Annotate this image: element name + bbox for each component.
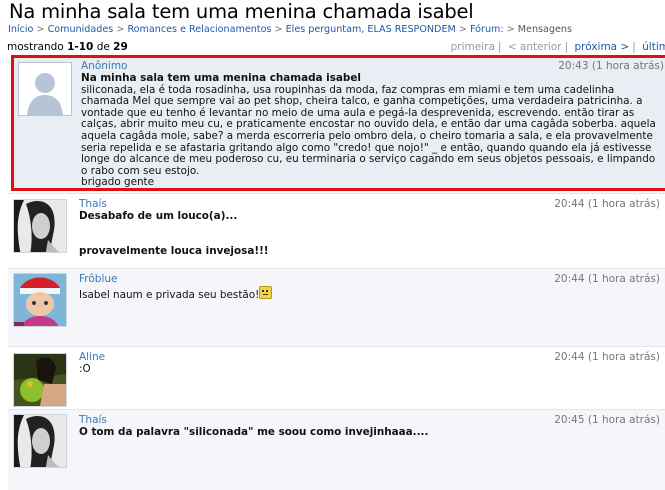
post-time: 20:44 (1 hora atrás)	[554, 351, 660, 363]
result-total: 29	[113, 41, 128, 53]
post-time: 20:44 (1 hora atrás)	[554, 198, 660, 210]
pager: mostrando 1-10 de 29 primeira | < anterio…	[7, 41, 665, 54]
breadcrumb-inicio[interactable]: Início	[8, 24, 33, 35]
post-body: Na minha sala tem uma menina chamada isa…	[81, 72, 664, 189]
user-photo-avatar[interactable]	[13, 199, 67, 253]
breadcrumb-separator: >	[506, 24, 515, 35]
pager-next[interactable]: próxima >	[574, 41, 629, 53]
result-range: 1-10	[67, 41, 94, 53]
message-list: Anônimo 20:43 (1 hora atrás) Na minha sa…	[8, 55, 665, 490]
post-text: Desabafo de um louco(a)...	[79, 210, 238, 222]
post-text: Isabel naum e privada seu bestão!	[79, 289, 260, 301]
post-signature: brigado gente	[81, 176, 155, 189]
pager-first: primeira	[450, 41, 495, 53]
post-time: 20:43 (1 hora atrás)	[558, 60, 664, 72]
message-item: Thaís 20:45 (1 hora atrás) O tom da pala…	[8, 409, 665, 490]
breadcrumb-comunidades[interactable]: Comunidades	[48, 24, 114, 35]
pager-nav: primeira | < anterior | próxima > | últim	[451, 41, 665, 53]
result-count-of: de	[93, 41, 114, 53]
breadcrumb-separator: >	[36, 24, 45, 35]
message-item: Aline 20:44 (1 hora atrás) :O	[8, 346, 665, 409]
message-item: Anônimo 20:43 (1 hora atrás) Na minha sa…	[11, 55, 665, 191]
post-author[interactable]: Thaís	[79, 414, 107, 426]
post-text: O tom da palavra "siliconada" me soou co…	[79, 426, 429, 438]
smiley-icon	[259, 286, 273, 299]
post-time: 20:45 (1 hora atrás)	[554, 414, 660, 426]
post-body: O tom da palavra "siliconada" me soou co…	[79, 426, 661, 439]
user-photo-avatar[interactable]	[13, 414, 67, 468]
pager-last[interactable]: últim	[642, 41, 665, 53]
default-avatar-icon[interactable]	[18, 62, 72, 116]
breadcrumb-romances[interactable]: Romances e Relacionamentos	[127, 24, 271, 35]
post-text-continued: aquela cagâda mole, sabe? a merda escorr…	[81, 129, 656, 177]
post-time: 20:44 (1 hora atrás)	[554, 273, 660, 285]
post-author[interactable]: Anônimo	[81, 60, 128, 72]
post-title: Na minha sala tem uma menina chamada isa…	[81, 72, 361, 84]
post-body: Desabafo de um louco(a)... provavelmente…	[79, 210, 661, 257]
page-title: Na minha sala tem uma menina chamada isa…	[9, 0, 474, 23]
user-photo-avatar[interactable]	[13, 353, 67, 407]
breadcrumb-separator: >	[274, 24, 283, 35]
post-author[interactable]: Aline	[79, 351, 105, 363]
post-body: Isabel naum e privada seu bestão!	[79, 286, 661, 302]
post-author[interactable]: Frôblue	[79, 273, 117, 285]
post-text: provavelmente louca invejosa!!!	[79, 244, 269, 257]
post-body: :O	[79, 363, 661, 376]
post-text: siliconada, ela é toda rosadinha, usa ro…	[81, 83, 656, 131]
user-photo-avatar[interactable]	[13, 273, 67, 327]
breadcrumb-current: Mensagens	[517, 24, 572, 35]
breadcrumb-community[interactable]: Eles perguntam, ELAS RESPONDEM	[286, 24, 456, 35]
result-count: mostrando 1-10 de 29	[7, 41, 128, 53]
breadcrumb-separator: >	[116, 24, 125, 35]
message-item: Frôblue 20:44 (1 hora atrás) Isabel naum…	[8, 268, 665, 346]
breadcrumb: Início > Comunidades > Romances e Relaci…	[8, 24, 572, 35]
breadcrumb-forum[interactable]: Fórum:	[470, 24, 504, 35]
message-item: Thaís 20:44 (1 hora atrás) Desabafo de u…	[8, 193, 665, 268]
post-text: :O	[79, 363, 91, 375]
result-count-prefix: mostrando	[7, 41, 68, 53]
breadcrumb-separator: >	[458, 24, 467, 35]
post-author[interactable]: Thaís	[79, 198, 107, 210]
pager-prev: < anterior	[507, 41, 562, 53]
